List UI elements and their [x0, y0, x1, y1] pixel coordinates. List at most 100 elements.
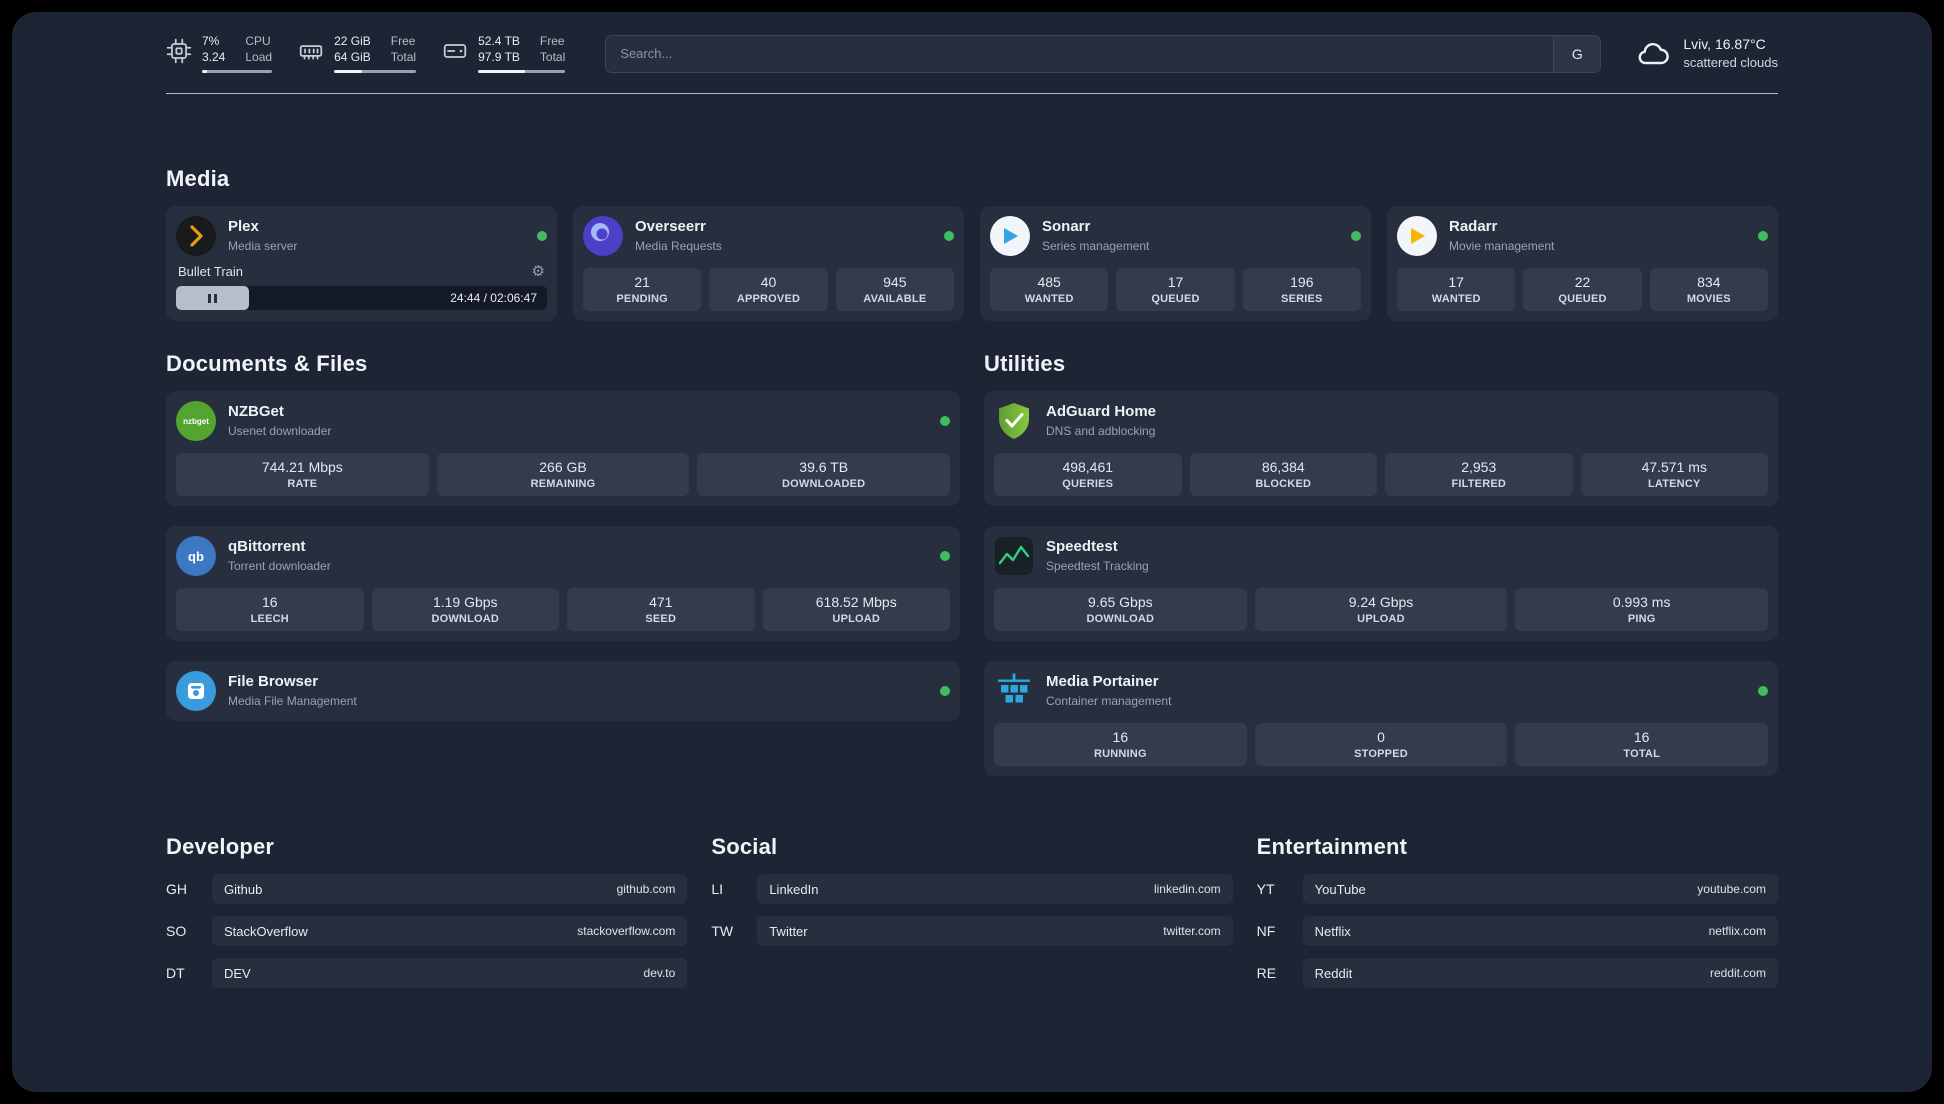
nzbget-card[interactable]: nzbget NZBGet Usenet downloader 744.21 M…	[166, 391, 960, 507]
adguard-card[interactable]: AdGuard Home DNS and adblocking 498,461 …	[984, 391, 1778, 507]
app-subtitle: Speedtest Tracking	[1046, 559, 1149, 574]
bookmark-link-linkedin[interactable]: LinkedIn linkedin.com	[757, 874, 1233, 905]
stat-label: RUNNING	[1093, 748, 1147, 761]
status-dot	[1758, 231, 1768, 242]
stat-tile: 16 RUNNING	[994, 723, 1247, 767]
cpu-meter	[202, 70, 273, 74]
bookmark-link-twitter[interactable]: Twitter twitter.com	[757, 916, 1233, 947]
gear-icon[interactable]: ⚙	[532, 264, 545, 279]
bookmark-group-developer: Developer GH Github github.com SO StackO…	[166, 834, 688, 1000]
portainer-card[interactable]: Media Portainer Container management 16 …	[984, 661, 1778, 777]
bookmark-link-dev[interactable]: DEV dev.to	[212, 958, 688, 989]
stat-label: DOWNLOAD	[431, 613, 500, 626]
overseerr-card[interactable]: Overseerr Media Requests 21 PENDING 40 A…	[573, 206, 964, 322]
stat-value: 9.24 Gbps	[1348, 594, 1414, 611]
app-window: 7% 3.24 CPU Load 22 GiB 64 GiB Free Tota…	[0, 0, 1944, 1104]
stat-value: 834	[1697, 274, 1721, 291]
stat-label: WANTED	[1024, 293, 1074, 306]
stat-value: 9.65 Gbps	[1088, 594, 1153, 611]
stat-label: STOPPED	[1354, 748, 1408, 761]
disk-widget: 52.4 TB 97.9 TB Free Total	[442, 34, 566, 74]
stat-label: LATENCY	[1647, 478, 1701, 491]
stat-label: MOVIES	[1686, 293, 1731, 306]
bookmark-url: youtube.com	[1697, 882, 1766, 897]
status-dot	[944, 231, 954, 242]
stat-tile: 471 SEED	[567, 588, 755, 632]
ram-widget: 22 GiB 64 GiB Free Total	[298, 34, 417, 74]
status-dot	[1758, 686, 1768, 697]
stat-label: WANTED	[1431, 293, 1481, 306]
qbittorrent-card[interactable]: qb qBittorrent Torrent downloader 16 LEE…	[166, 526, 960, 642]
stat-tile: 744.21 Mbps RATE	[176, 453, 429, 497]
sonarr-card[interactable]: Sonarr Series management 485 WANTED 17 Q…	[980, 206, 1371, 322]
stat-label: REMAINING	[530, 478, 596, 491]
bookmark-link-youtube[interactable]: YouTube youtube.com	[1302, 874, 1778, 905]
stat-value: 16	[261, 594, 278, 611]
plex-card[interactable]: Plex Media server Bullet Train ⚙ 24:44 /…	[166, 206, 557, 322]
stat-tile: 47.571 ms LATENCY	[1580, 453, 1768, 497]
bookmark-link-netflix[interactable]: Netflix netflix.com	[1302, 916, 1778, 947]
bookmark-name: LinkedIn	[769, 881, 819, 897]
speedtest-card[interactable]: Speedtest Speedtest Tracking 9.65 Gbps D…	[984, 526, 1778, 642]
disk-total-value: 97.9 TB	[478, 49, 520, 64]
filebrowser-card[interactable]: File Browser Media File Management	[166, 661, 960, 722]
bookmark-url: stackoverflow.com	[577, 924, 676, 939]
portainer-icon	[998, 673, 1030, 703]
search-engine-button[interactable]: G	[1553, 35, 1601, 72]
section-title-documents: Documents & Files	[166, 351, 368, 377]
bookmark-row: DT DEV dev.to	[166, 958, 688, 989]
app-name: qBittorrent	[228, 538, 306, 556]
cpu-percent: 7%	[202, 34, 220, 48]
stat-value: 16	[1633, 729, 1650, 746]
bookmark-name: YouTube	[1314, 881, 1366, 897]
bookmark-abbr: NF	[1256, 923, 1276, 940]
status-dot	[940, 551, 950, 562]
stat-label: QUERIES	[1062, 478, 1114, 491]
stat-tile: 0 STOPPED	[1254, 723, 1508, 767]
stat-label: PENDING	[616, 293, 668, 306]
stat-tile: 17 QUEUED	[1116, 268, 1235, 312]
section-title-media: Media	[166, 166, 230, 192]
dashboard-panel: 7% 3.24 CPU Load 22 GiB 64 GiB Free Tota…	[12, 12, 1932, 1092]
sonarr-icon	[990, 216, 1030, 257]
stat-value: 1.19 Gbps	[432, 594, 498, 611]
stat-value: 196	[1290, 274, 1314, 291]
bookmark-link-stackoverflow[interactable]: StackOverflow stackoverflow.com	[212, 916, 688, 947]
ram-free-label: Free	[390, 34, 416, 48]
plex-icon	[176, 216, 216, 257]
stat-tile: 9.24 Gbps UPLOAD	[1254, 588, 1508, 632]
app-name: File Browser	[228, 673, 319, 691]
ram-meter	[334, 70, 417, 74]
bookmark-url: linkedin.com	[1153, 882, 1221, 897]
stat-tile: 17 WANTED	[1397, 268, 1516, 312]
stat-tile: 39.6 TB DOWNLOADED	[697, 453, 951, 497]
adguard-icon	[999, 403, 1029, 440]
weather-widget: Lviv, 16.87°C scattered clouds	[1635, 35, 1778, 71]
bookmark-link-github[interactable]: Github github.com	[212, 874, 688, 905]
stat-label: PING	[1627, 613, 1656, 626]
bookmark-name: StackOverflow	[224, 923, 308, 939]
section-title-entertainment: Entertainment	[1256, 834, 1408, 860]
stat-tile: 40 APPROVED	[709, 268, 828, 312]
bookmark-row: GH Github github.com	[166, 874, 688, 905]
bookmark-row: RE Reddit reddit.com	[1257, 958, 1778, 989]
app-name: AdGuard Home	[1046, 403, 1157, 421]
nzbget-icon: nzbget	[176, 401, 216, 442]
bookmark-group-social: Social LI LinkedIn linkedin.com TW Twitt…	[711, 834, 1233, 958]
stat-value: 17	[1448, 274, 1464, 291]
radarr-icon	[1397, 216, 1437, 257]
stat-tile: 834 MOVIES	[1649, 268, 1768, 312]
stat-tile: 266 GB REMAINING	[436, 453, 690, 497]
bookmark-link-reddit[interactable]: Reddit reddit.com	[1302, 958, 1778, 989]
bookmark-name: Twitter	[769, 923, 808, 939]
ram-total-value: 64 GiB	[334, 49, 371, 64]
section-title-developer: Developer	[166, 834, 275, 860]
stat-tile: 86,384 BLOCKED	[1189, 453, 1377, 497]
pause-button[interactable]	[176, 286, 249, 311]
search-bar: G	[605, 34, 1602, 73]
stat-value: 22	[1574, 274, 1591, 291]
stat-value: 471	[649, 594, 673, 611]
radarr-card[interactable]: Radarr Movie management 17 WANTED 22 QUE…	[1387, 206, 1778, 322]
search-input[interactable]	[606, 35, 1554, 72]
app-subtitle: Series management	[1042, 239, 1150, 254]
